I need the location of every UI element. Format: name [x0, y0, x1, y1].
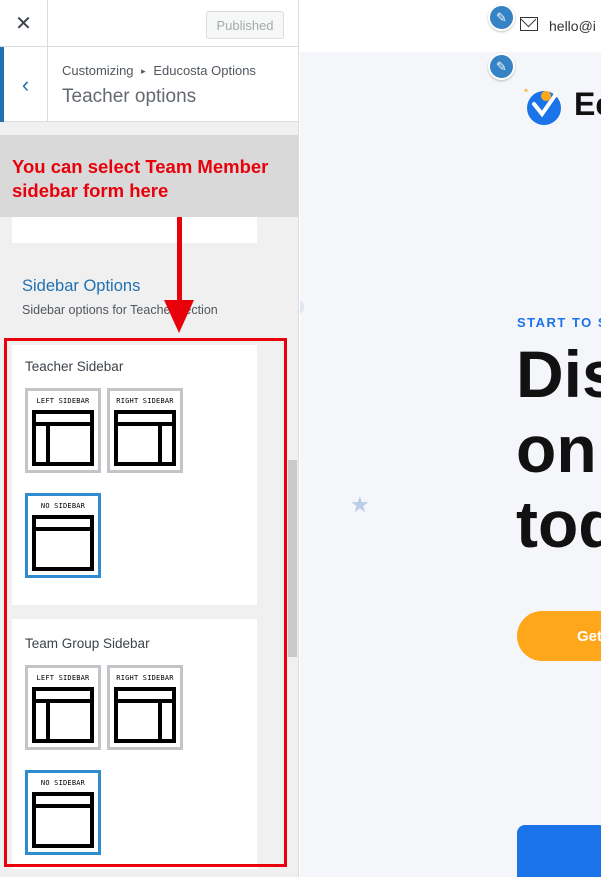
decorative-dot	[300, 300, 304, 314]
edit-shortcut-pencil-icon[interactable]: ✎	[488, 4, 515, 31]
preview-topbar: hello@i	[300, 0, 601, 52]
breadcrumb-root: Customizing	[62, 63, 134, 78]
section-title: Teacher options	[62, 86, 197, 107]
close-icon: ✕	[15, 13, 32, 35]
customizer-topbar: ✕ Published	[0, 0, 298, 47]
cta-label: Get	[577, 628, 601, 645]
annotation-arrow-line	[177, 217, 182, 310]
close-customizer-button[interactable]: ✕	[0, 0, 48, 47]
logo-icon	[524, 88, 561, 125]
back-button[interactable]: ‹	[0, 47, 48, 122]
breadcrumb-separator-icon: ▸	[141, 66, 146, 76]
mail-icon	[520, 17, 538, 31]
edit-shortcut-pencil-icon[interactable]: ✎	[488, 53, 515, 80]
star-icon: ★	[350, 492, 370, 517]
section-header: ‹ Customizing ▸ Educosta Options Teacher…	[0, 47, 298, 122]
site-preview: hello@i ✎ ✎ Ec START TO S Dis onl tod ★ …	[300, 0, 601, 877]
annotation-arrow-head-icon	[164, 300, 194, 333]
annotation-highlight-box	[4, 338, 287, 867]
panel-scrollbar[interactable]	[288, 460, 297, 657]
preview-card	[517, 825, 601, 877]
annotation-callout: You can select Team Member sidebar form …	[0, 135, 298, 217]
published-button[interactable]: Published	[206, 11, 284, 39]
contact-email[interactable]: hello@i	[549, 18, 596, 34]
hero-heading-line: Dis	[516, 337, 601, 411]
chevron-left-icon: ‹	[21, 71, 30, 97]
customizer-panel: ✕ Published ‹ Customizing ▸ Educosta Opt…	[0, 0, 299, 877]
sidebar-options-title: Sidebar Options	[22, 277, 141, 295]
site-logo-text[interactable]: Ec	[574, 86, 601, 123]
breadcrumb: Customizing ▸ Educosta Options	[62, 63, 256, 78]
hero-heading-line: onl	[516, 412, 601, 486]
hero-heading-line: tod	[516, 487, 601, 561]
hero-eyebrow: START TO S	[517, 315, 601, 330]
breadcrumb-parent: Educosta Options	[153, 63, 256, 78]
hero-cta-button[interactable]: Get	[517, 611, 601, 661]
